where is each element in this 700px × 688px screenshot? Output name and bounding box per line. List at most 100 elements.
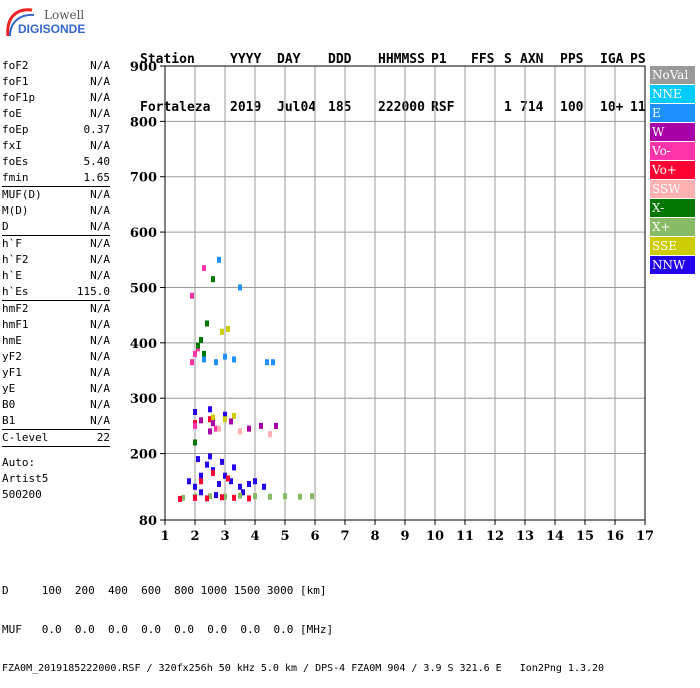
data-point-x+	[283, 493, 287, 500]
y-tick-label: 200	[130, 448, 157, 463]
data-point-x+	[298, 493, 302, 500]
footer-distance-row: D 100 200 400 600 800 1000 1500 3000 [km…	[2, 584, 327, 597]
x-tick-label: 1	[160, 529, 169, 544]
data-point-nnw	[214, 492, 218, 499]
data-point-vo-	[190, 292, 194, 299]
y-tick-label: 80	[139, 514, 157, 529]
data-point-vo-	[190, 359, 194, 366]
data-point-x-	[211, 276, 215, 283]
data-point-vo+	[211, 469, 215, 476]
data-point-vo+	[178, 495, 182, 502]
x-tick-label: 7	[340, 529, 349, 544]
data-point-nnw	[208, 406, 212, 413]
data-point-x+	[238, 492, 242, 499]
data-point-w	[247, 425, 251, 432]
data-point-w	[199, 417, 203, 424]
legend-item: X+	[650, 218, 695, 236]
data-point-w	[211, 420, 215, 427]
legend-item: Vo-	[650, 142, 695, 160]
y-tick-label: 500	[130, 281, 157, 296]
data-point-nnw	[262, 483, 266, 490]
data-point-e	[217, 256, 221, 263]
data-point-vo+	[226, 475, 230, 482]
data-point-vo+	[232, 494, 236, 501]
x-tick-label: 3	[220, 529, 229, 544]
legend-item: Vo+	[650, 161, 695, 179]
y-tick-label: 700	[130, 171, 157, 186]
data-point-ssw	[238, 428, 242, 435]
data-point-e	[232, 356, 236, 363]
x-tick-label: 2	[190, 529, 199, 544]
data-point-nnw	[193, 409, 197, 416]
data-point-e	[271, 359, 275, 366]
data-point-x-	[205, 320, 209, 327]
x-tick-label: 12	[486, 529, 504, 544]
data-point-vo+	[247, 495, 251, 502]
x-tick-label: 15	[576, 529, 594, 544]
y-tick-label: 900	[130, 60, 157, 75]
data-point-vo-	[202, 265, 206, 272]
data-point-nnw	[232, 464, 236, 471]
x-tick-label: 6	[310, 529, 319, 544]
data-point-sse	[226, 325, 230, 332]
data-point-e	[223, 353, 227, 360]
x-tick-label: 9	[400, 529, 409, 544]
data-point-nnw	[199, 472, 203, 479]
data-point-nnw	[196, 456, 200, 463]
data-point-e	[202, 356, 206, 363]
data-point-nnw	[220, 458, 224, 465]
data-point-vo+	[220, 494, 224, 501]
footer-muf-row: MUF 0.0 0.0 0.0 0.0 0.0 0.0 0.0 0.0 [MHz…	[2, 623, 334, 636]
data-point-nnw	[187, 478, 191, 485]
x-tick-label: 13	[516, 529, 534, 544]
data-point-e	[238, 284, 242, 291]
legend-item: NNW	[650, 256, 695, 274]
data-point-nnw	[253, 478, 257, 485]
legend-item: W	[650, 123, 695, 141]
data-point-x+	[310, 493, 314, 500]
data-point-w	[259, 422, 263, 429]
data-point-x-	[196, 342, 200, 349]
data-point-vo+	[199, 478, 203, 485]
legend-item: NoVal	[650, 66, 695, 84]
legend-item: SSE	[650, 237, 695, 255]
data-point-nnw	[247, 481, 251, 488]
data-point-nnw	[205, 461, 209, 468]
legend-item: NNE	[650, 85, 695, 103]
data-point-nnw	[217, 481, 221, 488]
data-point-vo+	[193, 494, 197, 501]
data-point-sse	[220, 328, 224, 335]
data-point-w	[274, 422, 278, 429]
data-point-sse	[223, 416, 227, 423]
legend-item: SSW	[650, 180, 695, 198]
data-point-w	[229, 418, 233, 425]
x-tick-label: 16	[606, 529, 624, 544]
data-point-w	[208, 428, 212, 435]
data-point-vo-	[193, 422, 197, 429]
data-point-ssw	[268, 431, 272, 438]
legend-item: X-	[650, 199, 695, 217]
footer-info: D 100 200 400 600 800 1000 1500 3000 [km…	[2, 558, 604, 688]
x-tick-label: 4	[250, 529, 259, 544]
x-tick-label: 10	[426, 529, 444, 544]
x-tick-label: 14	[546, 529, 564, 544]
data-point-vo+	[205, 495, 209, 502]
y-tick-label: 800	[130, 115, 157, 130]
x-tick-label: 11	[456, 529, 474, 544]
data-point-vo-	[193, 350, 197, 357]
x-tick-label: 17	[636, 529, 654, 544]
y-tick-label: 400	[130, 337, 157, 352]
ionogram-chart: 1 2 3 4 5 6 7 8 9 10 11 12 13 14 15 16 17802003004005006…	[130, 60, 654, 544]
data-point-x+	[253, 493, 257, 500]
legend-item: E	[650, 104, 695, 122]
data-point-sse	[211, 414, 215, 421]
polarization-legend: NoVal NNE E W Vo- Vo+ SSW X- X+ SSE NNW	[650, 66, 695, 275]
y-tick-label: 600	[130, 226, 157, 241]
data-point-x-	[202, 350, 206, 357]
x-tick-label: 5	[280, 529, 289, 544]
data-point-nnw	[208, 453, 212, 460]
data-point-nnw	[238, 483, 242, 490]
data-point-nnw	[199, 489, 203, 496]
data-point-e	[214, 359, 218, 366]
data-point-x+	[268, 493, 272, 500]
